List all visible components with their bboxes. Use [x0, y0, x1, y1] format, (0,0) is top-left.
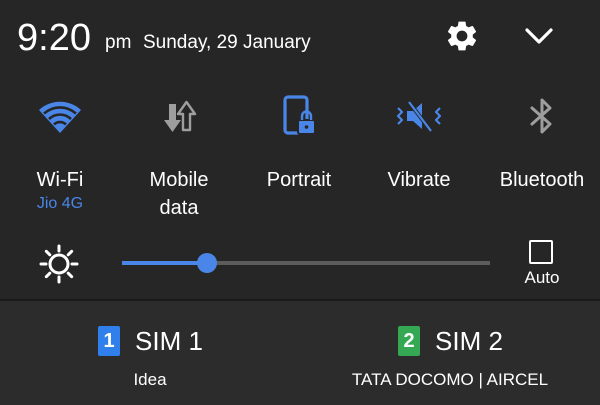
tile-vibrate[interactable]: Vibrate: [359, 86, 479, 226]
auto-brightness-checkbox[interactable]: [529, 240, 553, 264]
tile-label: Portrait: [266, 169, 332, 191]
clock-time: 9:20: [17, 17, 91, 59]
portrait-lock-icon: [283, 95, 316, 135]
sim-1-badge-icon: 1: [98, 326, 120, 356]
tile-mobile-data[interactable]: Mobile data: [119, 86, 239, 226]
quick-settings-tiles: Wi-Fi Jio 4G Mobile data Portrait Vibrat…: [0, 86, 600, 226]
tile-label: Vibrate: [387, 169, 451, 191]
tile-label: Wi-Fi: [36, 169, 84, 191]
gear-icon: [447, 21, 477, 51]
tile-bluetooth[interactable]: Bluetooth: [482, 86, 600, 226]
sim-card-1[interactable]: 1 SIM 1 Idea: [0, 301, 300, 405]
brightness-slider-thumb[interactable]: [196, 253, 217, 273]
sim-2-name: SIM 2: [435, 326, 503, 356]
date-label[interactable]: Sunday, 29 January: [143, 31, 311, 55]
expand-button[interactable]: [520, 18, 558, 54]
status-header: 9:20 pm Sunday, 29 January: [0, 0, 600, 80]
tile-label: Bluetooth: [499, 169, 585, 191]
clock-ampm: pm: [105, 32, 132, 53]
brightness-slider-fill: [122, 261, 207, 265]
bluetooth-icon: [530, 98, 552, 134]
tile-wifi[interactable]: Wi-Fi Jio 4G: [0, 86, 120, 226]
settings-button[interactable]: [444, 18, 480, 54]
auto-brightness-label: Auto: [524, 268, 560, 287]
brightness-row: Auto: [0, 234, 600, 294]
auto-brightness-toggle[interactable]: Auto: [515, 240, 569, 292]
tile-portrait[interactable]: Portrait: [239, 86, 359, 226]
sim-card-2[interactable]: 2 SIM 2 TATA DOCOMO | AIRCEL: [300, 301, 600, 405]
brightness-icon: [39, 244, 79, 284]
chevron-down-icon: [525, 28, 553, 44]
tile-sublabel: Jio 4G: [36, 195, 84, 212]
sim-panel: 1 SIM 1 Idea 2 SIM 2 TATA DOCOMO | AIRCE…: [0, 301, 600, 405]
sim-1-carrier: Idea: [133, 370, 167, 389]
tile-label: Mobile data: [149, 169, 209, 219]
sim-1-name: SIM 1: [135, 326, 203, 356]
vibrate-icon: [396, 100, 442, 133]
sim-2-badge-icon: 2: [398, 326, 420, 356]
sim-2-carrier: TATA DOCOMO | AIRCEL: [351, 370, 549, 389]
brightness-slider[interactable]: [122, 253, 490, 273]
mobile-data-icon: [164, 100, 197, 132]
wifi-icon: [39, 101, 81, 133]
